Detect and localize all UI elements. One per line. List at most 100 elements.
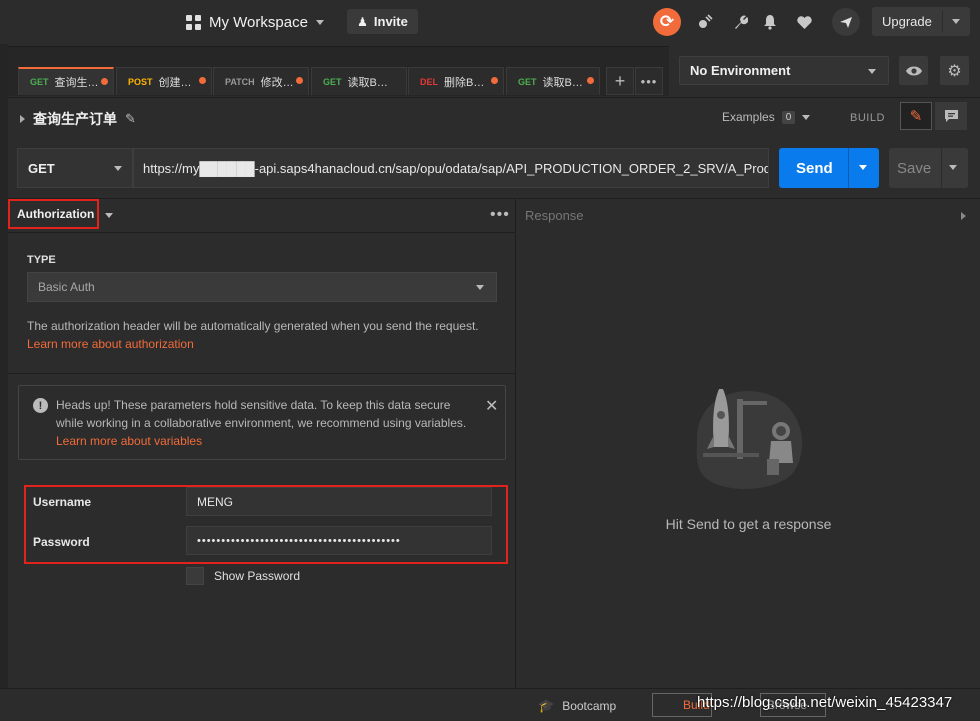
unsaved-dot: [199, 77, 206, 84]
save-label: Save: [897, 159, 932, 177]
method-label: GET: [28, 160, 55, 176]
request-tab-bar: GET 查询生… POST 创建… PATCH 修改… GET 读取B… DEL…: [8, 46, 669, 96]
auth-description-text: The authorization header will be automat…: [27, 319, 479, 333]
collapse-response-icon[interactable]: [961, 212, 966, 220]
authorization-label: Authorization: [17, 207, 95, 221]
watermark: https://blog.csdn.net/weixin_45423347: [697, 694, 953, 711]
left-edge: [0, 44, 8, 688]
send-button[interactable]: Send: [779, 148, 879, 188]
pencil-icon[interactable]: ✎: [900, 102, 932, 130]
tab-method: GET: [30, 77, 49, 87]
build-label: BUILD: [850, 112, 885, 124]
save-button[interactable]: Save: [889, 148, 968, 188]
invite-label: Invite: [373, 14, 408, 29]
wrench-icon[interactable]: [726, 8, 754, 36]
status-bar: 🎓 Bootcamp Build Browse https://blog.csd…: [0, 688, 980, 721]
tab-options-button[interactable]: •••: [635, 67, 663, 95]
request-header: 查询生产订单 ✎ Examples 0 BUILD ✎: [8, 97, 980, 137]
request-tab[interactable]: POST 创建…: [116, 67, 212, 95]
paper-plane-icon[interactable]: [832, 8, 860, 36]
show-password-checkbox[interactable]: [186, 567, 204, 585]
bell-icon[interactable]: [756, 8, 784, 36]
show-password-label: Show Password: [214, 569, 301, 583]
show-password-toggle[interactable]: Show Password: [186, 567, 300, 585]
workspace-switcher[interactable]: My Workspace: [186, 10, 324, 34]
workspace-label: My Workspace: [209, 13, 308, 31]
request-tab[interactable]: GET 查询生…: [18, 67, 114, 95]
chevron-down-icon[interactable]: [952, 19, 960, 24]
tab-method: DEL: [420, 76, 438, 87]
learn-variables-link[interactable]: Learn more about variables: [56, 434, 202, 448]
tab-title: 修改…: [260, 76, 294, 89]
heart-icon[interactable]: [790, 8, 818, 36]
tab-title: 删除B…: [444, 76, 485, 89]
bootcamp-link[interactable]: 🎓 Bootcamp: [538, 698, 616, 714]
send-divider: [848, 148, 849, 188]
pencil-icon[interactable]: ✎: [125, 111, 136, 127]
chevron-down-icon: [476, 285, 484, 290]
password-field[interactable]: ••••••••••••••••••••••••••••••••••••••••…: [186, 526, 492, 555]
username-field[interactable]: MENG: [186, 487, 492, 516]
examples-label: Examples: [722, 110, 775, 124]
auth-description: The authorization header will be automat…: [27, 317, 487, 353]
learn-auth-link[interactable]: Learn more about authorization: [27, 337, 194, 351]
tab-method: POST: [128, 76, 153, 87]
info-icon: !: [33, 398, 48, 413]
url-input[interactable]: https://my██████-api.saps4hanacloud.cn/s…: [133, 148, 769, 188]
method-select[interactable]: GET: [17, 148, 133, 188]
upgrade-divider: [942, 11, 943, 32]
request-name: 查询生产订单: [33, 111, 117, 127]
request-title[interactable]: 查询生产订单 ✎: [20, 109, 136, 129]
request-editor-panel: Authorization ••• TYPE Basic Auth The au…: [8, 198, 516, 688]
type-label: TYPE: [27, 254, 56, 266]
invite-button[interactable]: ♟ Invite: [347, 9, 418, 34]
grid-icon: [186, 14, 201, 30]
auth-type-select[interactable]: Basic Auth: [27, 272, 497, 302]
request-tab[interactable]: GET 读取B…: [311, 67, 407, 95]
request-tab[interactable]: DEL 删除B…: [408, 67, 504, 95]
top-bar: My Workspace ♟ Invite ⟳ Upgrade: [0, 0, 980, 44]
bootcamp-label: Bootcamp: [562, 699, 617, 713]
gear-icon[interactable]: ⚙: [940, 56, 969, 85]
new-tab-button[interactable]: +: [606, 67, 634, 95]
more-options-icon[interactable]: •••: [490, 206, 510, 224]
divider: [8, 232, 516, 233]
request-tab[interactable]: PATCH 修改…: [213, 67, 309, 95]
upgrade-button[interactable]: Upgrade: [872, 7, 970, 36]
password-label: Password: [33, 535, 90, 549]
comment-icon[interactable]: [935, 102, 967, 130]
graduation-cap-icon: 🎓: [538, 698, 555, 713]
url-bar: GET https://my██████-api.saps4hanacloud.…: [8, 139, 980, 197]
authorization-tab[interactable]: Authorization: [8, 199, 99, 229]
unsaved-dot: [101, 78, 108, 85]
eye-icon[interactable]: [899, 56, 928, 85]
chevron-down-icon[interactable]: [949, 165, 957, 170]
save-divider: [941, 148, 942, 188]
unsaved-dot: [587, 77, 594, 84]
rocket-illustration: [696, 389, 803, 489]
satellite-icon[interactable]: [691, 8, 719, 36]
expand-icon[interactable]: [20, 115, 25, 123]
examples-dropdown[interactable]: Examples 0: [722, 110, 811, 124]
chevron-down-icon: [802, 114, 811, 120]
tab-title: 查询生…: [54, 77, 99, 89]
request-tab[interactable]: GET 读取B…: [506, 67, 600, 95]
chevron-down-icon: [868, 69, 876, 74]
close-icon[interactable]: ✕: [485, 396, 498, 416]
tab-method: GET: [518, 76, 537, 87]
username-label: Username: [33, 495, 92, 509]
credentials-group: Username MENG Password •••••••••••••••••…: [24, 485, 508, 564]
divider: [8, 373, 516, 374]
examples-count: 0: [781, 110, 796, 124]
environment-label: No Environment: [690, 63, 791, 78]
unsaved-dot: [491, 77, 498, 84]
notice-text: Heads up! These parameters hold sensitiv…: [56, 396, 476, 450]
chevron-down-icon[interactable]: [859, 165, 867, 170]
environment-select[interactable]: No Environment: [679, 56, 889, 85]
add-user-icon: ♟: [357, 14, 368, 29]
chevron-down-icon: [315, 19, 324, 25]
tab-title: 读取B…: [542, 76, 583, 89]
tab-title: 读取B…: [347, 76, 388, 89]
sync-icon[interactable]: ⟳: [653, 8, 681, 36]
chevron-down-icon[interactable]: [105, 213, 113, 218]
